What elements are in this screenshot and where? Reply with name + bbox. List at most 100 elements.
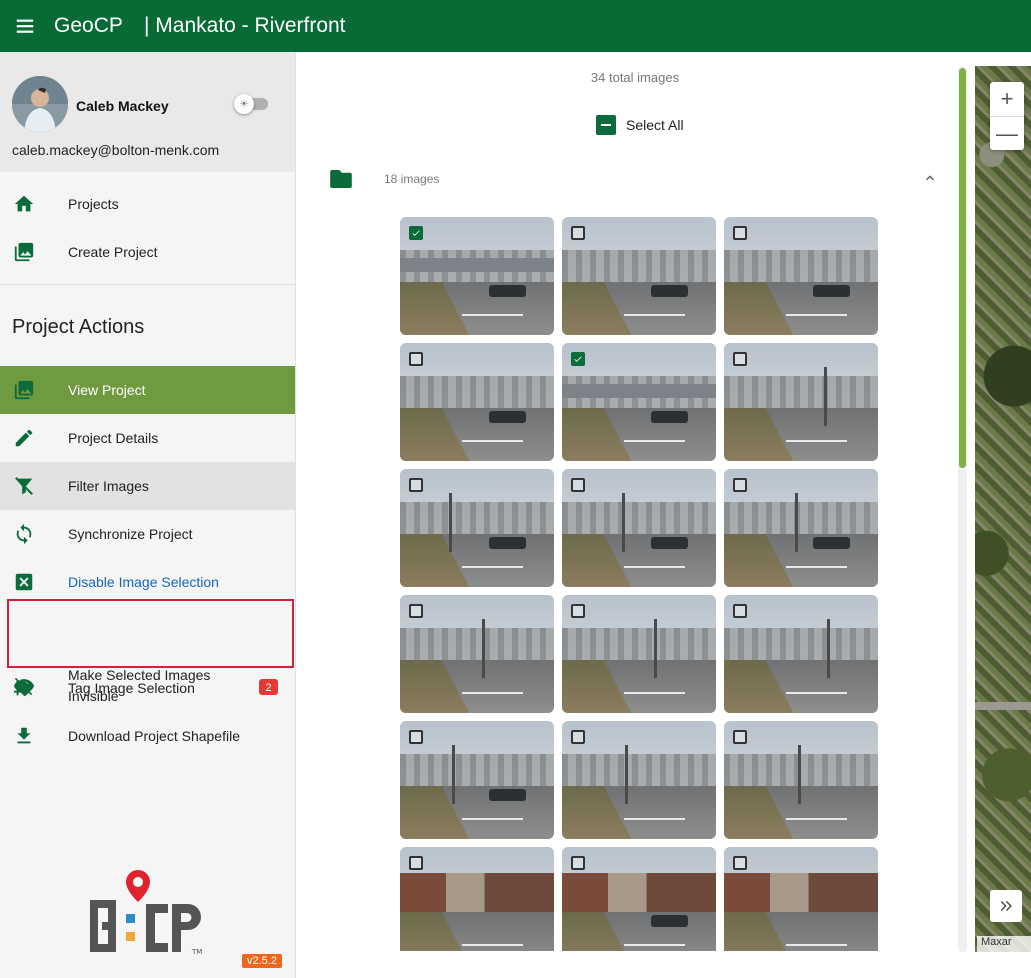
nav-label: Project Details bbox=[68, 429, 159, 446]
image-thumbnail[interactable] bbox=[562, 217, 716, 335]
checkbox-icon[interactable] bbox=[571, 856, 585, 870]
image-thumbnail[interactable] bbox=[562, 847, 716, 951]
photo-pole bbox=[625, 744, 629, 804]
photo-pole bbox=[797, 744, 801, 804]
photo-lane-line bbox=[785, 943, 848, 946]
checkbox-icon[interactable] bbox=[733, 856, 747, 870]
nav-item-tag-image-selection[interactable]: Tag Image Selection 2 bbox=[0, 664, 295, 712]
image-thumbnail[interactable] bbox=[400, 217, 554, 335]
geocp-logo: TM bbox=[90, 870, 202, 956]
checkbox-icon[interactable] bbox=[409, 604, 423, 618]
zoom-in-button[interactable]: + bbox=[990, 82, 1024, 116]
checkbox-icon[interactable] bbox=[733, 226, 747, 240]
menu-button[interactable] bbox=[0, 0, 50, 52]
image-thumbnail[interactable] bbox=[562, 595, 716, 713]
photo-lane-line bbox=[623, 313, 686, 316]
checkbox-icon[interactable] bbox=[571, 730, 585, 744]
image-thumbnail[interactable] bbox=[400, 469, 554, 587]
photo-lane-line bbox=[461, 439, 524, 442]
download-icon bbox=[12, 724, 36, 748]
photo-lane-line bbox=[785, 439, 848, 442]
image-thumbnail[interactable] bbox=[562, 469, 716, 587]
image-library-icon bbox=[12, 240, 36, 264]
photo-trees bbox=[562, 250, 716, 284]
photo-trees bbox=[724, 502, 878, 536]
checkbox-icon[interactable] bbox=[733, 730, 747, 744]
zoom-out-button[interactable]: — bbox=[990, 116, 1024, 150]
user-profile: Caleb Mackey ☀ caleb.mackey@bolton-menk.… bbox=[0, 52, 295, 172]
nav-item-view-project[interactable]: View Project bbox=[0, 366, 295, 414]
chevron-up-icon[interactable] bbox=[922, 170, 938, 186]
image-thumbnail[interactable] bbox=[724, 595, 878, 713]
nav-item-filter-images[interactable]: Filter Images bbox=[0, 462, 295, 510]
image-thumbnail[interactable] bbox=[724, 721, 878, 839]
map-view[interactable] bbox=[975, 66, 1031, 952]
checked-checkbox-icon[interactable] bbox=[571, 352, 585, 366]
close-box-icon bbox=[12, 570, 36, 594]
nav-item-projects[interactable]: Projects bbox=[0, 180, 295, 228]
photo-pole bbox=[654, 618, 658, 678]
image-thumbnail[interactable] bbox=[724, 469, 878, 587]
image-thumbnail[interactable] bbox=[400, 721, 554, 839]
image-thumbnail[interactable] bbox=[724, 847, 878, 951]
theme-toggle[interactable]: ☀ bbox=[234, 94, 268, 114]
image-thumbnail[interactable] bbox=[400, 847, 554, 951]
project-title: | Mankato - Riverfront bbox=[144, 14, 346, 37]
photo-pole bbox=[452, 744, 456, 804]
expand-map-button[interactable] bbox=[990, 890, 1022, 922]
photo-lane-line bbox=[623, 565, 686, 568]
image-thumbnail[interactable] bbox=[400, 595, 554, 713]
divider bbox=[0, 284, 295, 285]
svg-text:TM: TM bbox=[191, 948, 202, 956]
double-chevron-right-icon bbox=[1000, 901, 1012, 911]
app-header: GeoCP | Mankato - Riverfront bbox=[0, 0, 1031, 52]
satellite-imagery bbox=[975, 66, 1031, 952]
nav-label: Synchronize Project bbox=[68, 525, 193, 542]
select-all-checkbox[interactable]: Select All bbox=[596, 115, 684, 135]
nav-label: Filter Images bbox=[68, 477, 149, 494]
checkbox-icon[interactable] bbox=[571, 478, 585, 492]
photo-buildings bbox=[400, 872, 554, 914]
checkbox-icon[interactable] bbox=[571, 226, 585, 240]
checked-checkbox-icon[interactable] bbox=[409, 226, 423, 240]
nav-item-synchronize-project[interactable]: Synchronize Project bbox=[0, 510, 295, 558]
checkbox-icon[interactable] bbox=[409, 856, 423, 870]
map-attribution: Maxar bbox=[977, 936, 1031, 952]
nav-item-project-details[interactable]: Project Details bbox=[0, 414, 295, 462]
avatar bbox=[12, 76, 68, 132]
photo-lane-line bbox=[623, 439, 686, 442]
image-library-icon bbox=[12, 378, 36, 402]
photo-lane-line bbox=[623, 817, 686, 820]
image-thumbnail[interactable] bbox=[724, 217, 878, 335]
user-name: Caleb Mackey bbox=[76, 98, 169, 114]
checkbox-icon[interactable] bbox=[733, 352, 747, 366]
photo-bridge bbox=[400, 258, 554, 273]
image-thumbnail[interactable] bbox=[400, 343, 554, 461]
photo-trees bbox=[400, 502, 554, 536]
image-thumbnail[interactable] bbox=[562, 721, 716, 839]
checkbox-icon[interactable] bbox=[409, 478, 423, 492]
count-badge: 2 bbox=[259, 680, 278, 695]
photo-pole bbox=[449, 492, 453, 552]
filter-off-icon bbox=[12, 474, 36, 498]
gallery-scrollbar[interactable] bbox=[958, 66, 967, 952]
photo-trees bbox=[400, 754, 554, 788]
nav-item-download-shapefile[interactable]: Download Project Shapefile bbox=[0, 712, 295, 760]
project-actions-title: Project Actions bbox=[12, 316, 145, 338]
hamburger-icon bbox=[16, 19, 34, 33]
checkbox-icon[interactable] bbox=[571, 604, 585, 618]
image-thumbnail[interactable] bbox=[724, 343, 878, 461]
image-thumbnail[interactable] bbox=[562, 343, 716, 461]
photo-lane-line bbox=[461, 943, 524, 946]
checkbox-icon[interactable] bbox=[409, 352, 423, 366]
checkbox-icon[interactable] bbox=[733, 604, 747, 618]
scrollbar-thumb[interactable] bbox=[959, 68, 966, 468]
nav-item-create-project[interactable]: Create Project bbox=[0, 228, 295, 276]
image-group-header[interactable]: 18 images bbox=[330, 170, 940, 194]
app-title: GeoCP bbox=[54, 14, 123, 37]
nav-label: Projects bbox=[68, 195, 119, 212]
photo-car bbox=[651, 411, 689, 424]
checkbox-icon[interactable] bbox=[409, 730, 423, 744]
nav-item-disable-image-selection[interactable]: Disable Image Selection bbox=[0, 558, 295, 606]
checkbox-icon[interactable] bbox=[733, 478, 747, 492]
